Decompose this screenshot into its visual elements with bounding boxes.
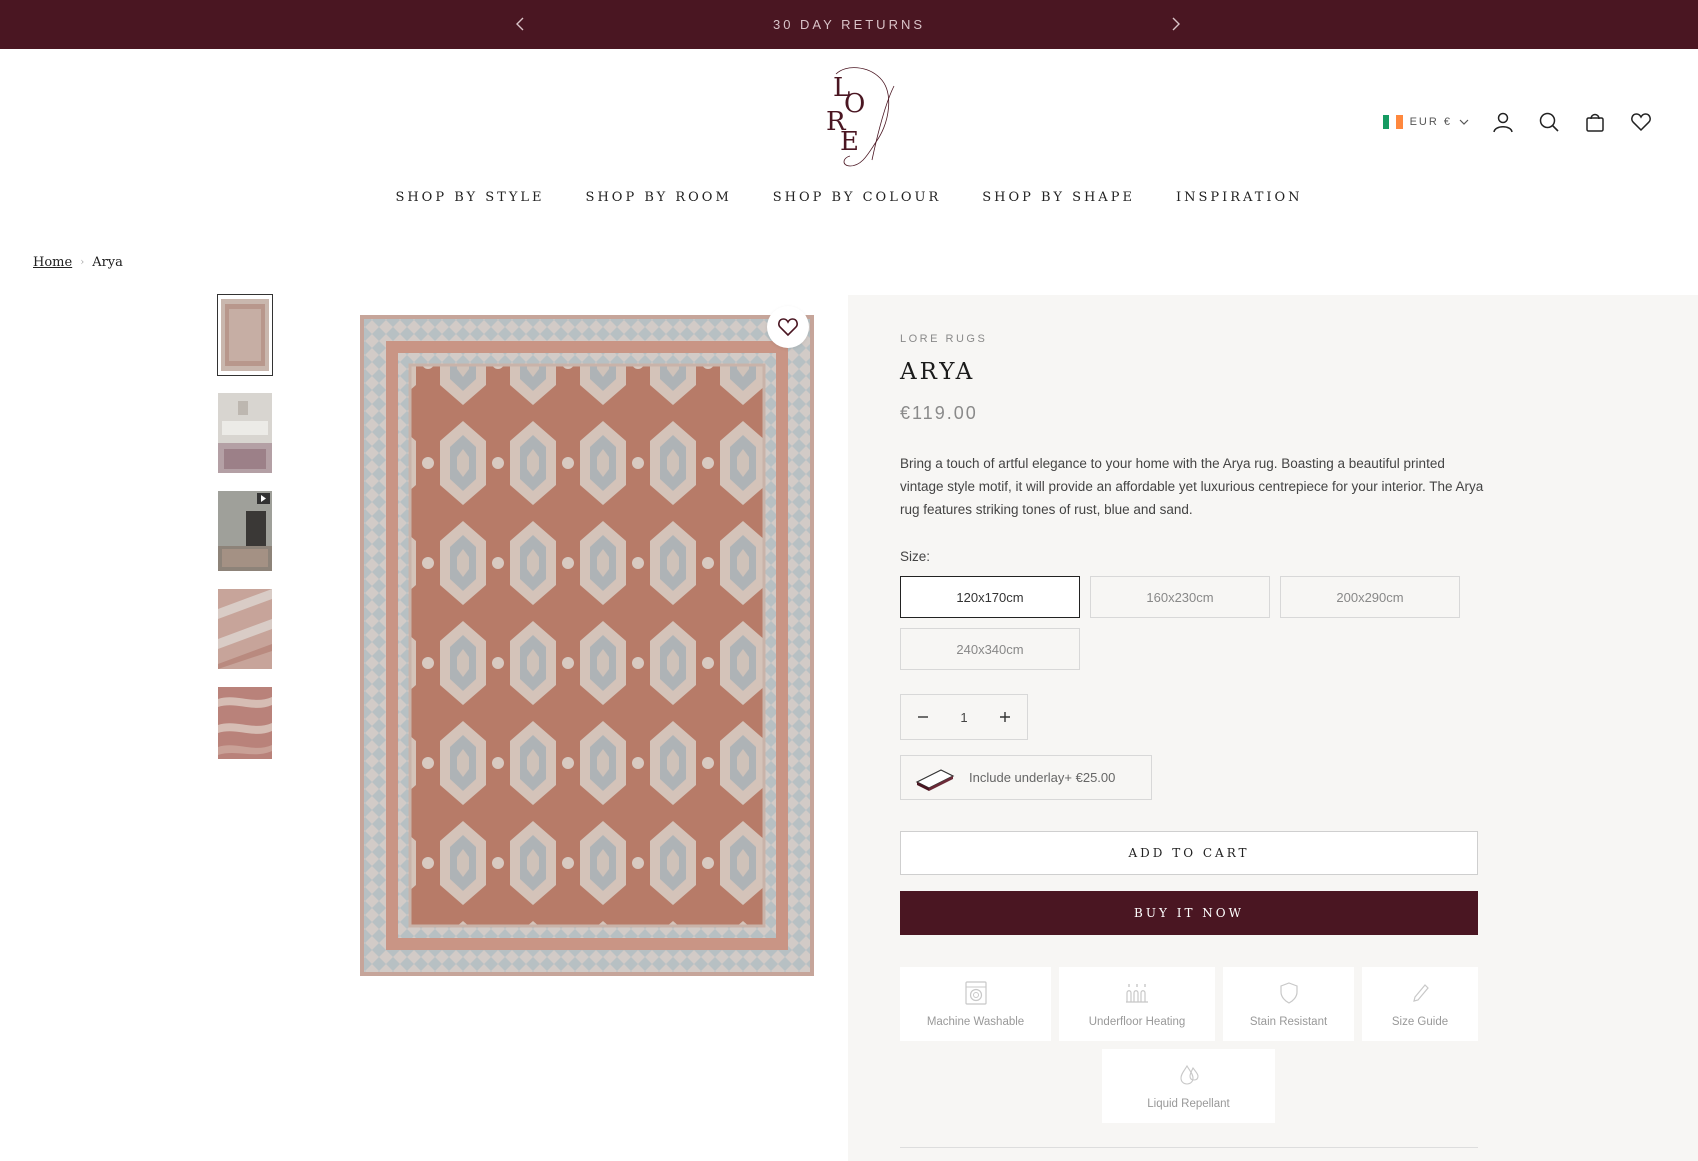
buy-it-now-button[interactable]: BUY IT NOW (900, 891, 1478, 935)
heart-icon (778, 318, 798, 337)
feature-label: Liquid Repellant (1147, 1098, 1230, 1110)
thumbnail-video[interactable] (218, 491, 272, 571)
quantity-input[interactable]: 1 (944, 710, 984, 725)
add-to-cart-button[interactable]: ADD TO CART (900, 831, 1478, 875)
feature-underfloor-heating: Underfloor Heating (1059, 967, 1215, 1041)
thumbnail-texture[interactable] (218, 687, 272, 759)
quantity-increase-button[interactable] (995, 707, 1015, 727)
feature-machine-washable: Machine Washable (900, 967, 1051, 1041)
nav-shop-by-colour[interactable]: SHOP BY COLOUR (773, 190, 941, 205)
underlay-label: Include underlay+ €25.00 (969, 770, 1116, 785)
lore-logo-icon: L O R E (826, 67, 895, 167)
cart-icon (1586, 113, 1604, 132)
nav-shop-by-room[interactable]: SHOP BY ROOM (586, 190, 732, 205)
currency-label: EUR € (1409, 116, 1452, 128)
announcement-text: 30 DAY RETURNS (772, 17, 926, 32)
main-navigation: SHOP BY STYLE SHOP BY ROOM SHOP BY COLOU… (0, 190, 1698, 205)
product-description: Bring a touch of artful elegance to your… (900, 456, 1484, 517)
feature-liquid-repellant: Liquid Repellant (1102, 1049, 1275, 1123)
pencil-icon (1413, 984, 1429, 1002)
feature-size-guide[interactable]: Size Guide (1362, 967, 1478, 1041)
detail-thumbnail-image (218, 589, 272, 669)
chevron-down-icon (1459, 119, 1469, 125)
currency-selector[interactable]: EUR € (1382, 115, 1469, 129)
svg-text:O: O (844, 89, 865, 119)
size-option-120x170[interactable]: 120x170cm (900, 576, 1080, 618)
droplet-icon (1179, 1064, 1199, 1085)
feature-label: Underfloor Heating (1088, 1016, 1186, 1028)
quantity-stepper: 1 (900, 694, 1028, 740)
rug-thumbnail-image (218, 295, 272, 375)
product-vendor: LORE RUGS (900, 333, 988, 345)
size-option-160x230[interactable]: 160x230cm (1090, 576, 1270, 618)
feature-label: Machine Washable (926, 1016, 1025, 1028)
underlay-icon (915, 768, 955, 791)
breadcrumb-separator: › (80, 257, 85, 268)
header-tools: EUR € (1382, 108, 1653, 136)
cart-button[interactable] (1583, 110, 1607, 134)
nav-shop-by-shape[interactable]: SHOP BY SHAPE (982, 190, 1135, 205)
feature-stain-resistant: Stain Resistant (1223, 967, 1354, 1041)
announcement-next-button[interactable] (1165, 14, 1185, 34)
rug-image (360, 315, 814, 976)
feature-label: Stain Resistant (1249, 1016, 1328, 1028)
breadcrumb: Home › Arya (33, 255, 123, 270)
thumbnail-rug-front[interactable] (217, 294, 273, 376)
shield-icon (1279, 982, 1298, 1004)
thumbnail-list (217, 294, 274, 777)
minus-icon (918, 716, 928, 718)
feature-label: Size Guide (1391, 1016, 1449, 1028)
nav-inspiration[interactable]: INSPIRATION (1176, 190, 1303, 205)
heating-icon (1126, 984, 1148, 1003)
main-product-image[interactable] (358, 313, 816, 978)
size-option-200x290[interactable]: 200x290cm (1280, 576, 1460, 618)
announcement-prev-button[interactable] (511, 14, 531, 34)
texture-thumbnail-image (218, 687, 272, 759)
thumbnail-detail[interactable] (218, 589, 272, 669)
account-button[interactable] (1491, 110, 1515, 134)
wishlist-button[interactable] (1629, 110, 1653, 134)
brand-logo[interactable]: L O R E (806, 62, 900, 172)
play-icon (257, 493, 270, 504)
quantity-decrease-button[interactable] (913, 707, 933, 727)
size-label: Size: (900, 549, 931, 564)
plus-icon (1000, 712, 1010, 722)
breadcrumb-current: Arya (92, 255, 123, 270)
product-page: 30 DAY RETURNS L O R E EUR € SHOP BY STY… (0, 0, 1698, 1161)
size-option-240x340[interactable]: 240x340cm (900, 628, 1080, 670)
divider (900, 1147, 1478, 1148)
chevron-left-icon (516, 17, 524, 31)
nav-shop-by-style[interactable]: SHOP BY STYLE (395, 190, 544, 205)
heart-icon (1631, 113, 1651, 132)
search-button[interactable] (1537, 110, 1561, 134)
room-thumbnail-image (218, 393, 272, 473)
product-price: €119.00 (900, 403, 978, 423)
svg-text:E: E (840, 127, 859, 157)
chevron-right-icon (1172, 17, 1180, 31)
thumbnail-room-scene[interactable] (218, 393, 272, 473)
underlay-addon-option[interactable]: Include underlay+ €25.00 (900, 755, 1152, 800)
account-icon (1493, 112, 1513, 133)
washing-machine-icon (964, 981, 987, 1005)
breadcrumb-home-link[interactable]: Home (33, 255, 72, 270)
search-icon (1539, 112, 1559, 132)
product-title: ARYA (900, 359, 976, 385)
product-info-panel: LORE RUGS ARYA €119.00 Bring a touch of … (848, 295, 1698, 1161)
announcement-bar: 30 DAY RETURNS (0, 0, 1698, 49)
ireland-flag-icon (1382, 115, 1403, 129)
image-wishlist-button[interactable] (767, 306, 809, 348)
